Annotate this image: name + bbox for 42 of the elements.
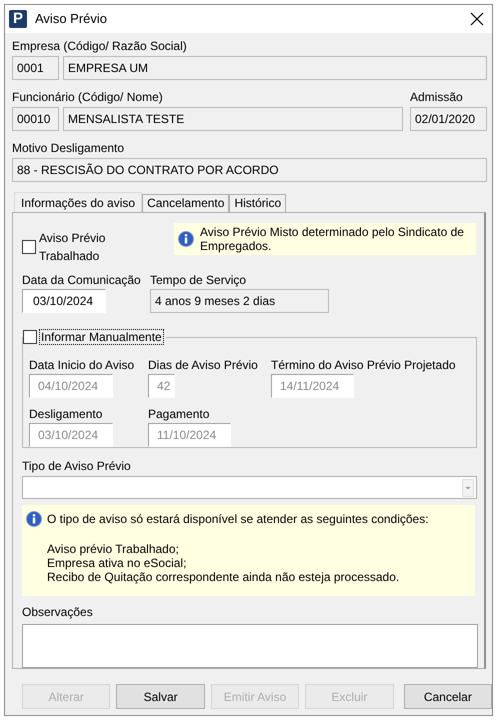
field-label: Término do Aviso Prévio Projetado: [271, 358, 457, 372]
field-label: Empresa (Código/ Razão Social): [12, 39, 188, 53]
window-title: Aviso Prévio: [35, 10, 108, 28]
field-label: Tipo de Aviso Prévio: [22, 459, 132, 473]
reason-field[interactable]: 88 - RESCISÃO DO CONTRATO POR ACORDO: [12, 158, 487, 182]
condition-item: Aviso prévio Trabalhado;: [47, 542, 180, 556]
notes-field[interactable]: [22, 624, 478, 668]
info-message: O tipo de aviso só estará disponível se atender as seguintes condições:: [47, 511, 429, 528]
checkbox[interactable]: [22, 240, 36, 254]
name-field[interactable]: EMPRESA UM: [63, 56, 487, 80]
code-field[interactable]: 0001: [12, 56, 59, 80]
field-label: Motivo Desligamento: [12, 141, 126, 155]
service-time-field[interactable]: 4 anos 9 meses 2 dias: [150, 289, 329, 313]
field-label: Desligamento: [29, 407, 104, 421]
info-icon: [26, 511, 42, 527]
condition-item: Empresa ativa no eSocial;: [47, 556, 188, 570]
field-label: Data da Comunicação: [22, 273, 142, 287]
field-label: Dias de Aviso Prévio: [148, 358, 259, 372]
field-label: Admissão: [410, 90, 464, 104]
date-field[interactable]: 02/01/2020: [410, 107, 487, 131]
action-button[interactable]: Salvar: [116, 684, 205, 709]
field-label: Funcionário (Código/ Nome): [12, 90, 164, 104]
field-label: Data Inicio do Aviso: [29, 358, 136, 372]
tab[interactable]: Histórico: [229, 194, 286, 212]
tab[interactable]: Informações do aviso: [14, 192, 142, 212]
code-field[interactable]: 00010: [12, 107, 59, 131]
action-button[interactable]: Cancelar: [404, 684, 492, 709]
field-label: Pagamento: [148, 407, 210, 421]
name-field[interactable]: MENSALISTA TESTE: [63, 107, 403, 131]
info-message: Aviso Prévio Misto determinado pelo Sindicato de Empregados.: [200, 225, 465, 253]
dropdown-field[interactable]: [22, 476, 477, 499]
checkbox[interactable]: [23, 330, 37, 344]
field-label: Tempo de Serviço: [150, 273, 248, 287]
checkbox-label[interactable]: Aviso Prévio Trabalhado: [39, 229, 168, 265]
info-icon: [178, 231, 194, 247]
date-field[interactable]: 03/10/2024: [22, 289, 106, 313]
app-logo: P: [9, 10, 27, 28]
field-label: Observações: [22, 605, 94, 619]
condition-item: Recibo de Quitação correspondente ainda não esteja processado.: [47, 570, 400, 584]
close-icon[interactable]: [470, 12, 484, 26]
tab[interactable]: Cancelamento: [142, 194, 230, 212]
checkbox-label[interactable]: Informar Manualmente: [39, 329, 164, 345]
